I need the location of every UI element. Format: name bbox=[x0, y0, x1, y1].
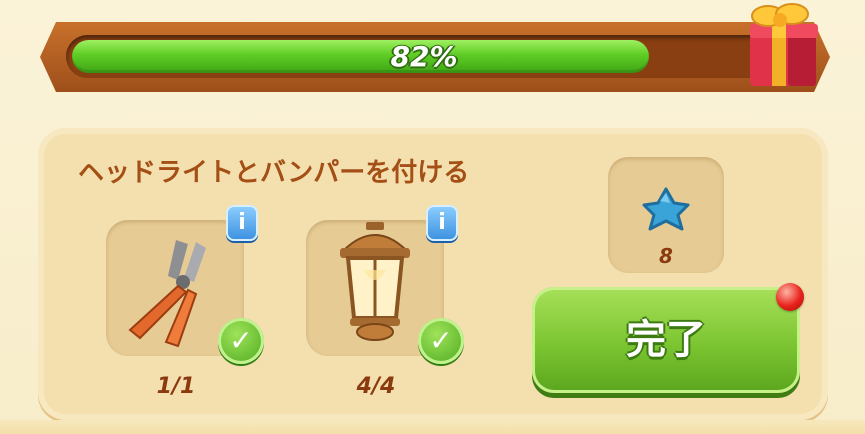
bottom-strip bbox=[0, 420, 865, 434]
info-button[interactable]: i bbox=[426, 205, 458, 241]
info-button[interactable]: i bbox=[226, 205, 258, 241]
reward-count: 8 bbox=[659, 244, 673, 268]
task-title: ヘッドライトとバンパーを付ける bbox=[78, 158, 470, 188]
complete-button-label[interactable]: 完了 bbox=[532, 287, 800, 393]
check-icon: ✓ bbox=[418, 318, 464, 364]
notification-dot-icon bbox=[776, 283, 804, 311]
item-count-lantern: 4/4 bbox=[356, 374, 396, 399]
gift-box-icon[interactable] bbox=[744, 0, 824, 90]
item-count-pliers: 1/1 bbox=[156, 374, 196, 399]
progress-percent: 82% bbox=[390, 40, 458, 73]
check-icon: ✓ bbox=[218, 318, 264, 364]
